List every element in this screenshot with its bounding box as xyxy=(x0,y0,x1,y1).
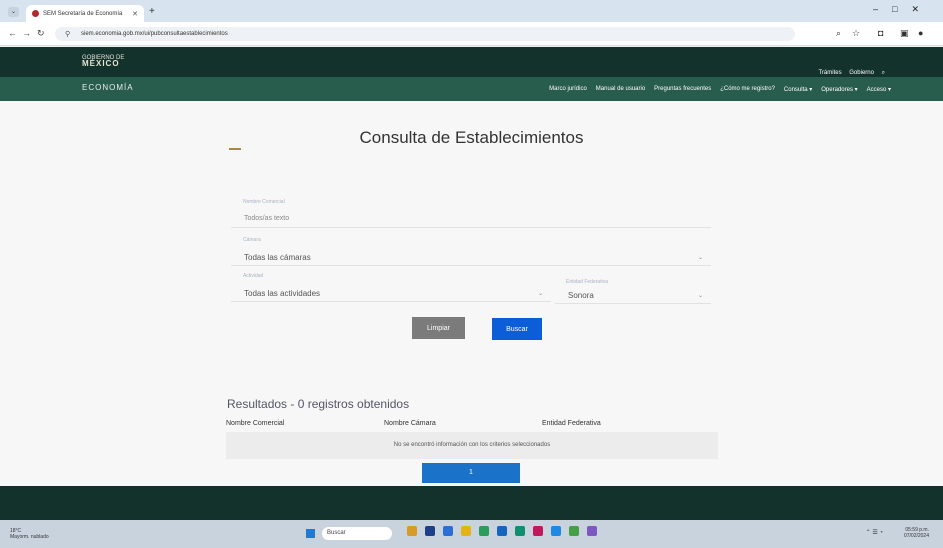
buscar-button[interactable]: Buscar xyxy=(492,318,542,340)
section-navbar: ECONOMÍA Marco jurídico Manual de usuari… xyxy=(0,77,943,101)
limpiar-button[interactable]: Limpiar xyxy=(412,317,465,339)
nombre-value: Todos/as texto xyxy=(244,215,290,222)
browser-tab[interactable]: SEM Secretaría de Economía ✕ xyxy=(26,5,144,22)
tab-list-button[interactable]: ⌄ xyxy=(8,7,19,17)
profile-icon[interactable]: ● xyxy=(918,28,923,38)
weather-widget[interactable]: 18°C Mayorm. nublado xyxy=(10,528,49,540)
chevron-down-icon: ⌄ xyxy=(537,291,543,297)
actividad-select[interactable]: Todas las actividades ⌄ xyxy=(231,286,551,302)
camara-label: Cámara xyxy=(243,237,261,243)
windows-start-icon[interactable] xyxy=(306,529,315,538)
entidad-value: Sonora xyxy=(568,291,594,300)
entidad-select[interactable]: Sonora ⌄ xyxy=(555,288,711,304)
chevron-down-icon: ⌄ xyxy=(697,293,703,299)
results-title: Resultados - 0 registros obtenidos xyxy=(227,397,410,411)
page-footer xyxy=(0,486,943,520)
gob-header: GOBIERNO DE MÉXICO Trámites Gobierno ⌕ xyxy=(0,47,943,77)
logo-main-text: MÉXICO xyxy=(82,59,120,68)
taskbar-apps xyxy=(407,526,597,536)
back-icon[interactable]: ← xyxy=(8,28,17,38)
results-table-header: Nombre Comercial Nombre Cámara Entidad F… xyxy=(226,417,718,431)
clock[interactable]: 05:59 p.m. 07/02/2024 xyxy=(904,527,929,539)
taskbar-search[interactable]: Buscar xyxy=(322,527,392,540)
favicon-icon xyxy=(32,10,39,17)
page-title: Consulta de Establecimientos xyxy=(359,128,584,147)
menu-acceso[interactable]: Acceso ▾ xyxy=(867,86,891,93)
app-icon[interactable] xyxy=(551,526,561,536)
new-tab-button[interactable]: + xyxy=(149,6,155,17)
sidebar-icon[interactable]: ▣ xyxy=(900,28,909,39)
os-taskbar: 18°C Mayorm. nublado Buscar ⌃ ☰ ◔ 05:59 … xyxy=(0,520,943,548)
col-entidad-federativa[interactable]: Entidad Federativa xyxy=(542,420,601,427)
menu-operadores[interactable]: Operadores ▾ xyxy=(821,86,857,93)
forward-icon[interactable]: → xyxy=(22,28,31,38)
menu-preguntas[interactable]: Preguntas frecuentes xyxy=(654,86,711,93)
edge-icon[interactable] xyxy=(443,526,453,536)
page-button[interactable]: 1 xyxy=(422,463,520,483)
camara-select[interactable]: Todas las cámaras ⌄ xyxy=(231,250,711,266)
gob-logo[interactable]: GOBIERNO DE MÉXICO xyxy=(82,55,124,68)
url-field[interactable]: siem.economia.gob.mx/ui/pubconsultaestab… xyxy=(55,27,795,41)
close-tab-icon[interactable]: ✕ xyxy=(132,10,138,18)
app-icon[interactable] xyxy=(515,526,525,536)
title-underline xyxy=(229,148,241,150)
tray-icons[interactable]: ⌃ ☰ ◔ xyxy=(866,529,883,536)
tab-title: SEM Secretaría de Economía xyxy=(43,10,123,17)
clock-date: 07/02/2024 xyxy=(903,533,929,539)
chrome-icon[interactable] xyxy=(479,526,489,536)
actividad-label: Actividad xyxy=(243,273,264,279)
app-icon[interactable] xyxy=(461,526,471,536)
link-tramites[interactable]: Trámites xyxy=(818,70,841,76)
extension-icon[interactable]: ◘ xyxy=(878,28,883,38)
main-menu: Marco jurídico Manual de usuario Pregunt… xyxy=(549,86,891,93)
link-gobierno[interactable]: Gobierno xyxy=(849,70,874,76)
menu-manual[interactable]: Manual de usuario xyxy=(596,86,645,93)
nombre-comercial-input[interactable]: Todos/as texto xyxy=(231,212,711,228)
screen: ⌄ SEM Secretaría de Economía ✕ + –□✕ ← →… xyxy=(0,0,943,548)
bookmark-star-icon[interactable]: ☆ xyxy=(852,28,860,39)
app-icon[interactable] xyxy=(425,526,435,536)
app-icon[interactable] xyxy=(533,526,543,536)
window-controls[interactable]: –□✕ xyxy=(873,4,933,15)
entidad-label: Entidad Federativa xyxy=(566,279,608,285)
address-bar-row: ← → ↻ siem.economia.gob.mx/ui/pubconsult… xyxy=(0,22,943,46)
search-icon[interactable]: ⌕ xyxy=(882,70,885,76)
menu-marco-juridico[interactable]: Marco jurídico xyxy=(549,86,587,93)
menu-como-registro[interactable]: ¿Cómo me registro? xyxy=(720,86,775,93)
nombre-label: Nombre Comercial xyxy=(243,199,285,205)
app-icon[interactable] xyxy=(497,526,507,536)
app-icon[interactable] xyxy=(569,526,579,536)
col-nombre-comercial[interactable]: Nombre Comercial xyxy=(226,420,284,427)
site-info-icon[interactable]: ⚲ xyxy=(65,30,70,38)
actividad-value: Todas las actividades xyxy=(244,289,321,298)
section-title[interactable]: ECONOMÍA xyxy=(82,83,134,92)
chevron-down-icon: ⌄ xyxy=(697,255,703,261)
file-explorer-icon[interactable] xyxy=(407,526,417,536)
col-nombre-camara[interactable]: Nombre Cámara xyxy=(384,420,436,427)
gob-links: Trámites Gobierno ⌕ xyxy=(812,70,885,77)
empty-results-row: No se encontró información con los crite… xyxy=(226,432,718,459)
app-icon[interactable] xyxy=(587,526,597,536)
browser-tabbar: ⌄ SEM Secretaría de Economía ✕ + –□✕ xyxy=(0,0,943,22)
zoom-icon[interactable]: ⌕ xyxy=(836,28,841,39)
menu-consulta[interactable]: Consulta ▾ xyxy=(784,86,812,93)
camara-value: Todas las cámaras xyxy=(244,253,311,262)
reload-icon[interactable]: ↻ xyxy=(37,28,45,39)
weather-text: Mayorm. nublado xyxy=(10,534,49,540)
